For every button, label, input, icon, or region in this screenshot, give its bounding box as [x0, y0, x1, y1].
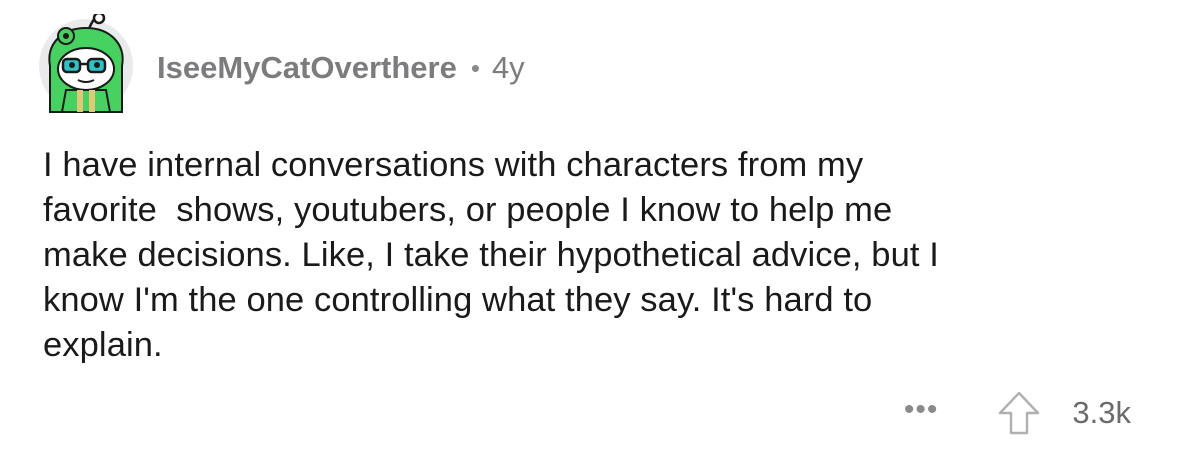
more-options-button[interactable]: •••	[904, 395, 939, 431]
snoo-frog-hat-avatar-icon	[39, 14, 133, 113]
username-link[interactable]: IseeMyCatOverthere	[157, 50, 457, 86]
vote-score: 3.3k	[1072, 395, 1131, 430]
comment-age: 4y	[491, 50, 525, 85]
comment: IseeMyCatOverthere • 4y I have internal …	[0, 0, 1179, 450]
comment-actions: ••• 3.3k	[904, 388, 1131, 438]
upvote-arrow-icon	[999, 391, 1040, 435]
user-avatar[interactable]	[36, 14, 136, 114]
upvote-button[interactable]	[996, 390, 1042, 436]
comment-meta: IseeMyCatOverthere • 4y	[157, 50, 525, 86]
meta-separator: •	[470, 52, 480, 83]
comment-body: I have internal conversations with chara…	[43, 146, 939, 364]
